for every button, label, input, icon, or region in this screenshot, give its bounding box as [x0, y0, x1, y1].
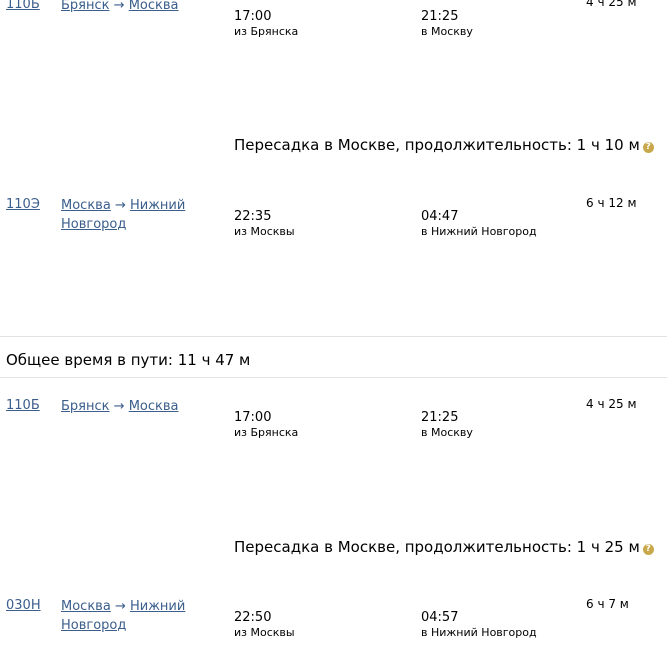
departure-place: из Москвы: [234, 225, 295, 238]
transfer-info: Пересадка в Москве, продолжительность: 1…: [234, 538, 654, 556]
departure-place: из Брянска: [234, 25, 299, 38]
departure-time: 17:00: [234, 9, 272, 24]
arrival-place: в Москву: [421, 426, 473, 439]
route-to-link-cont[interactable]: Новгород: [61, 618, 126, 633]
departure-place: из Москвы: [234, 626, 295, 639]
route-arrow: →: [114, 599, 126, 614]
departure-time: 22:35: [234, 209, 272, 224]
train-number-link[interactable]: 030Н: [6, 598, 41, 613]
leg-duration: 6 ч 12 м: [586, 196, 637, 210]
route-from-link[interactable]: Брянск: [61, 399, 110, 414]
arrival-time: 04:57: [421, 610, 459, 625]
leg-duration: 4 ч 25 м: [586, 0, 637, 9]
route-from-link[interactable]: Москва: [61, 599, 111, 614]
arrival-time: 21:25: [421, 9, 459, 24]
route: Брянск → Москва: [61, 397, 179, 416]
train-number-link[interactable]: 110Б: [6, 0, 40, 12]
route-from-link[interactable]: Брянск: [61, 0, 110, 13]
route-arrow: →: [114, 198, 126, 213]
departure-place: из Брянска: [234, 426, 299, 439]
total-travel-time: Общее время в пути: 11 ч 47 м: [6, 351, 251, 369]
leg-duration: 4 ч 25 м: [586, 397, 637, 411]
arrival-time: 04:47: [421, 209, 459, 224]
train-number-link[interactable]: 110Б: [6, 398, 40, 413]
route-to-link-cont[interactable]: Новгород: [61, 217, 126, 232]
divider: [0, 336, 667, 337]
route-arrow: →: [113, 399, 125, 414]
help-icon[interactable]: ?: [642, 544, 654, 555]
route-arrow: →: [113, 0, 125, 13]
arrival-place: в Нижний Новгород: [421, 626, 537, 639]
route-to-link[interactable]: Москва: [129, 399, 179, 414]
arrival-time: 21:25: [421, 410, 459, 425]
route: Москва → Нижний Новгород: [61, 597, 185, 635]
route: Брянск → Москва: [61, 0, 179, 15]
route: Москва → Нижний Новгород: [61, 196, 185, 234]
arrival-place: в Нижний Новгород: [421, 225, 537, 238]
transfer-info: Пересадка в Москве, продолжительность: 1…: [234, 136, 654, 154]
transfer-text: Пересадка в Москве, продолжительность: 1…: [234, 538, 640, 556]
train-number-link[interactable]: 110Э: [6, 197, 40, 212]
transfer-text: Пересадка в Москве, продолжительность: 1…: [234, 136, 640, 154]
route-from-link[interactable]: Москва: [61, 198, 111, 213]
divider: [0, 377, 667, 378]
route-to-link[interactable]: Москва: [129, 0, 179, 13]
departure-time: 22:50: [234, 610, 272, 625]
leg-duration: 6 ч 7 м: [586, 597, 629, 611]
arrival-place: в Москву: [421, 25, 473, 38]
route-to-link[interactable]: Нижний: [130, 599, 185, 614]
route-to-link[interactable]: Нижний: [130, 198, 185, 213]
departure-time: 17:00: [234, 410, 272, 425]
help-icon[interactable]: ?: [642, 142, 654, 153]
